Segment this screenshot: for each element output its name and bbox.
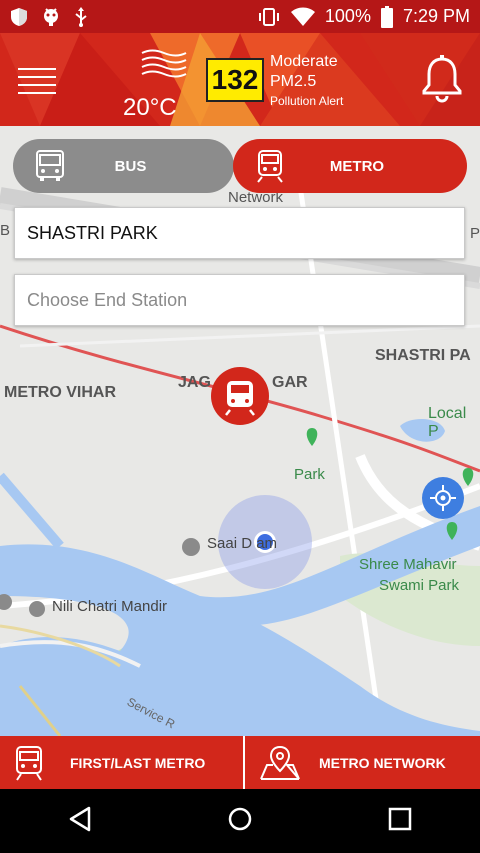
metro-label: METRO bbox=[329, 157, 385, 175]
metro-network-button[interactable]: METRO NETWORK bbox=[245, 736, 480, 789]
map-label-gar: GAR bbox=[272, 374, 308, 391]
metro-icon bbox=[257, 150, 283, 183]
map-label-shree-mahavir: Shree Mahavir bbox=[359, 556, 457, 573]
first-last-metro-button[interactable]: FIRST/LAST METRO bbox=[0, 736, 245, 789]
start-station-value: SHASTRI PARK bbox=[27, 222, 158, 243]
home-icon bbox=[228, 807, 252, 830]
bell-icon bbox=[422, 55, 462, 103]
recents-icon bbox=[388, 807, 412, 830]
android-icon bbox=[42, 7, 60, 27]
place-pin bbox=[182, 538, 200, 556]
metro-mode-button[interactable]: METRO bbox=[233, 139, 467, 193]
map-label-jag: JAG bbox=[178, 374, 211, 391]
map-label-swami-park: Swami Park bbox=[379, 577, 460, 594]
notifications-button[interactable] bbox=[420, 55, 464, 108]
battery-percent: 100% bbox=[324, 6, 371, 26]
aqi-info[interactable]: Moderate PM2.5 Pollution Alert bbox=[270, 52, 343, 110]
map-label-park: Park bbox=[294, 466, 325, 483]
locate-me-button[interactable] bbox=[422, 477, 464, 519]
end-station-field[interactable] bbox=[14, 274, 465, 326]
aqi-value-badge[interactable]: 132 bbox=[206, 58, 264, 102]
aqi-pollutant: PM2.5 bbox=[270, 73, 317, 90]
menu-icon bbox=[18, 68, 56, 94]
usb-icon bbox=[74, 6, 88, 27]
wind-icon bbox=[140, 48, 188, 85]
bus-mode-button[interactable]: BUS bbox=[13, 139, 234, 193]
place-pin bbox=[29, 601, 45, 617]
map-label-shastri-park: SHASTRI PA bbox=[375, 347, 471, 364]
menu-button[interactable] bbox=[18, 65, 56, 95]
map-label-nili-chatri: Nili Chatri Mandir bbox=[52, 598, 168, 615]
map-pin-icon bbox=[260, 745, 300, 780]
start-station-field[interactable]: SHASTRI PARK bbox=[14, 207, 465, 259]
back-button[interactable] bbox=[67, 806, 93, 837]
map-label-local-park: Local P bbox=[428, 405, 467, 440]
bottom-action-bar: FIRST/LAST METRO METRO NETWORK bbox=[0, 736, 480, 789]
home-button[interactable] bbox=[227, 806, 253, 837]
clock: 7:29 PM bbox=[402, 6, 470, 26]
app-header: 20°C 132 Moderate PM2.5 Pollution Alert bbox=[0, 33, 480, 126]
wifi-icon bbox=[290, 7, 315, 27]
end-station-input[interactable] bbox=[27, 289, 464, 311]
first-last-metro-label: FIRST/LAST METRO bbox=[70, 754, 206, 771]
metro-station-marker[interactable] bbox=[211, 367, 269, 425]
map-label-edge-b: B bbox=[0, 222, 11, 239]
map-label-metro-vihar: METRO VIHAR bbox=[4, 384, 116, 401]
train-icon bbox=[16, 745, 42, 781]
temperature: 20°C bbox=[123, 94, 177, 121]
map-label-saai-dham: Saai D am bbox=[207, 535, 278, 552]
recents-button[interactable] bbox=[387, 806, 413, 837]
aqi-level: Moderate bbox=[270, 53, 338, 70]
pollution-alert-label: Pollution Alert bbox=[270, 94, 344, 108]
battery-icon bbox=[380, 5, 393, 28]
map-label-edge-p: P bbox=[470, 225, 480, 242]
bus-icon bbox=[36, 150, 64, 181]
bus-label: BUS bbox=[114, 157, 147, 175]
back-icon bbox=[69, 806, 91, 831]
metro-network-label: METRO NETWORK bbox=[319, 754, 446, 771]
status-bar: 100% 7:29 PM bbox=[0, 0, 480, 33]
system-nav-bar bbox=[0, 789, 480, 853]
shield-icon bbox=[10, 7, 28, 27]
vibrate-icon bbox=[257, 7, 281, 27]
